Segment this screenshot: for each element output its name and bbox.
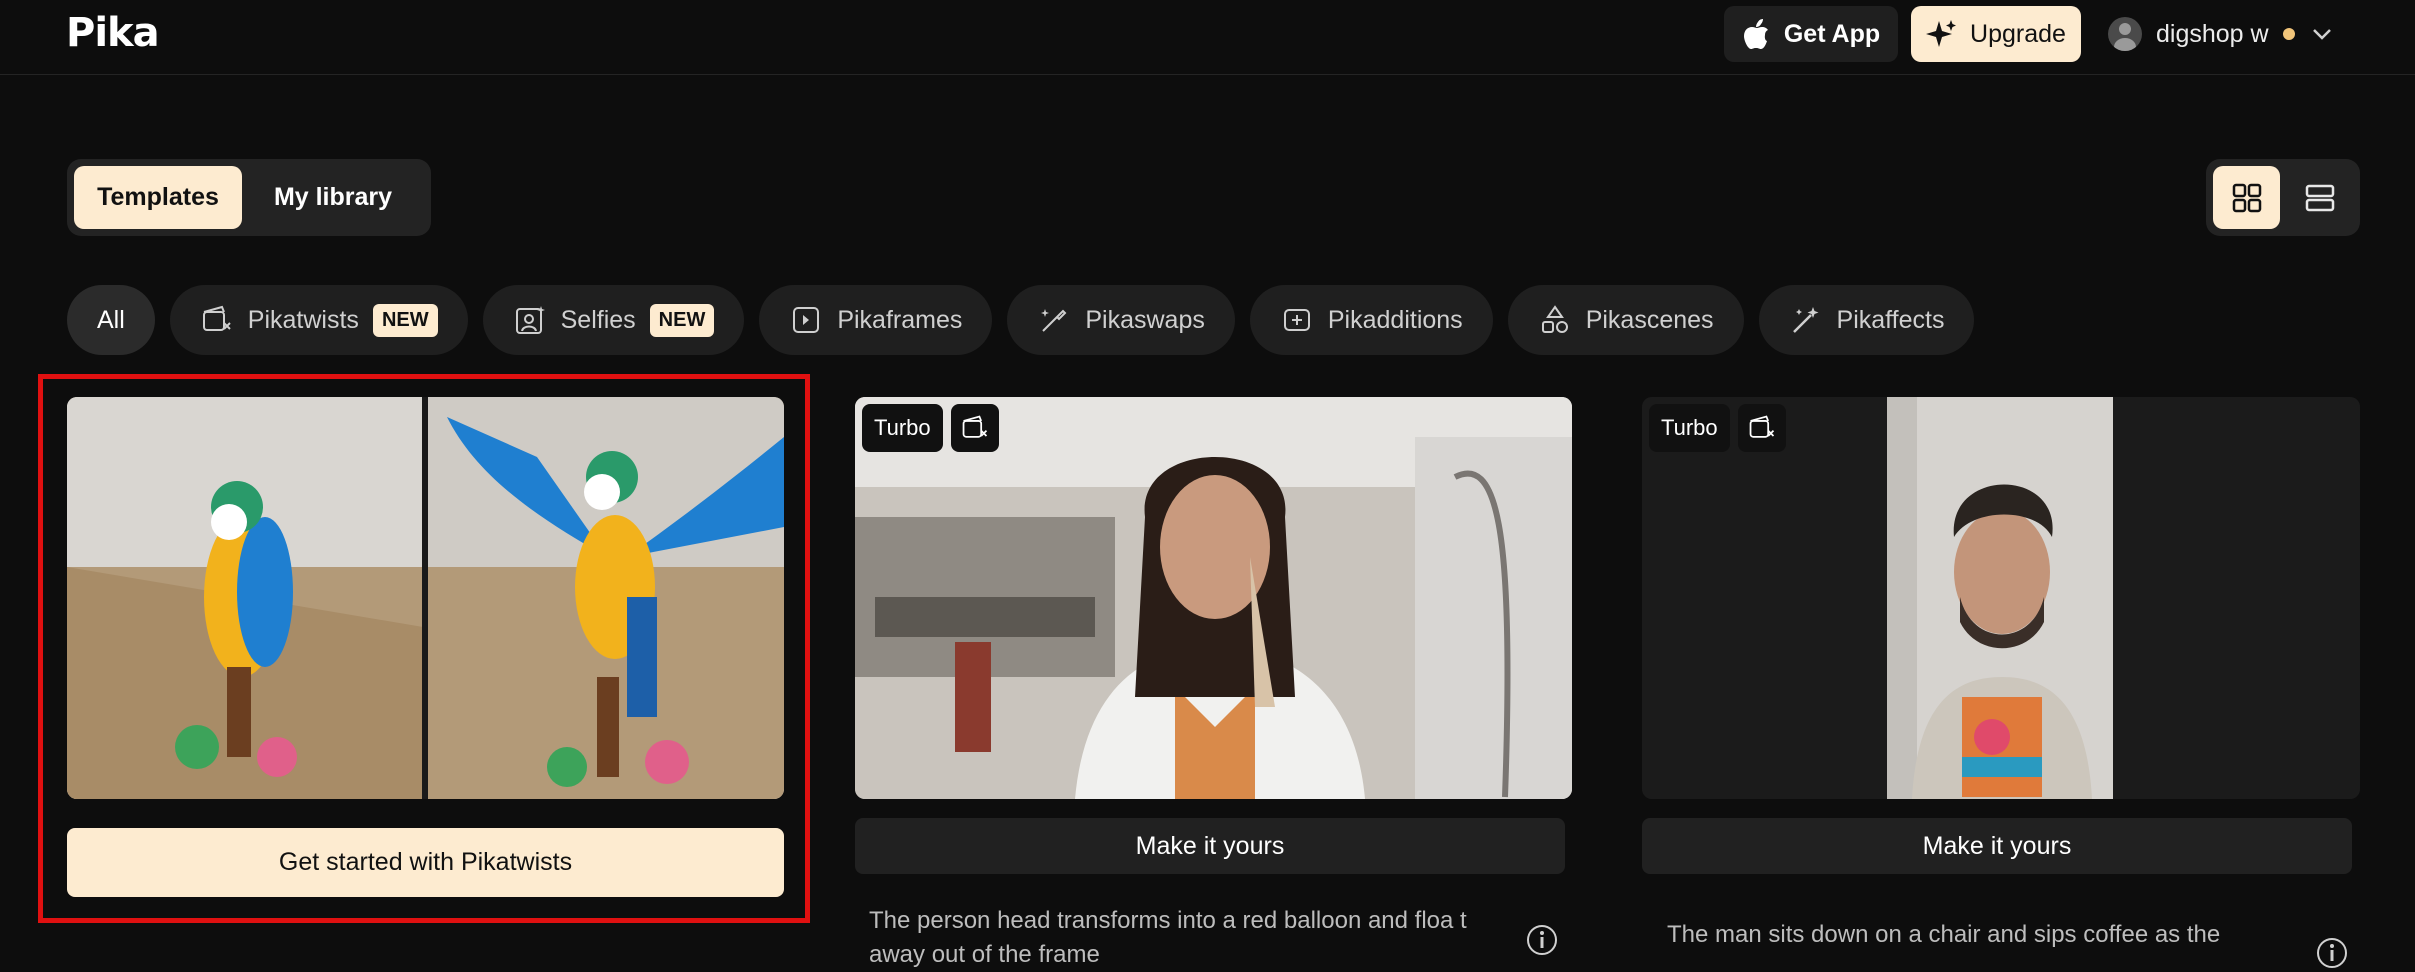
filter-pikadditions[interactable]: Pikadditions xyxy=(1249,285,1493,355)
tab-templates[interactable]: Templates xyxy=(74,166,242,229)
twist-icon xyxy=(202,305,231,331)
grid-icon xyxy=(2232,183,2261,212)
turbo-tag: Turbo xyxy=(862,404,943,452)
effects-icon xyxy=(1792,307,1819,333)
selfie-icon xyxy=(515,306,545,334)
info-icon[interactable] xyxy=(1525,923,1559,957)
man-image xyxy=(1642,397,2360,799)
get-app-button[interactable]: Get App xyxy=(1724,6,1898,62)
info-icon[interactable] xyxy=(2315,936,2349,970)
filter-pikatwists[interactable]: Pikatwists NEW xyxy=(169,285,468,355)
card-description: The man sits down on a chair and sips co… xyxy=(1667,921,2221,948)
avatar xyxy=(2108,17,2142,51)
view-toggle xyxy=(2206,159,2360,236)
filter-pikaframes[interactable]: Pikaframes xyxy=(759,285,993,355)
card-tags: Turbo xyxy=(862,404,999,452)
additions-icon xyxy=(1283,309,1310,331)
make-it-yours-button[interactable]: Make it yours xyxy=(1642,818,2352,874)
get-app-label: Get App xyxy=(1783,19,1881,48)
filter-label: Selfies xyxy=(560,305,636,334)
filter-pikascenes[interactable]: Pikascenes xyxy=(1507,285,1744,355)
library-tabs: Templates My library xyxy=(67,159,431,236)
grid-view-button[interactable] xyxy=(2213,166,2280,229)
twist-icon xyxy=(962,415,987,438)
woman-image xyxy=(855,397,1572,799)
filter-selfies[interactable]: Selfies NEW xyxy=(482,285,745,355)
user-name: digshop w xyxy=(2156,19,2269,48)
balloon-template-preview[interactable] xyxy=(855,397,1572,799)
twist-icon xyxy=(1749,415,1774,438)
top-header: Pika Get App Upgrade digshop w xyxy=(0,0,2415,75)
parrot-image xyxy=(67,397,784,799)
card-tags: Turbo xyxy=(1649,404,1786,452)
filter-pikaswaps[interactable]: Pikaswaps xyxy=(1007,285,1235,355)
frames-icon xyxy=(793,307,820,333)
filter-all[interactable]: All xyxy=(67,285,155,355)
filter-pikaffects[interactable]: Pikaffects xyxy=(1758,285,1975,355)
filter-label: Pikaframes xyxy=(837,305,963,334)
filter-label: Pikadditions xyxy=(1327,305,1463,334)
coffee-template-preview[interactable] xyxy=(1642,397,2360,799)
pikatwists-preview-image[interactable] xyxy=(67,397,784,799)
scenes-icon xyxy=(1541,305,1568,333)
upgrade-label: Upgrade xyxy=(1970,19,2066,48)
chevron-down-icon xyxy=(2312,29,2331,40)
new-badge: NEW xyxy=(649,303,715,337)
apple-icon xyxy=(1743,19,1768,49)
status-dot xyxy=(2282,28,2295,40)
filter-chips: All Pikatwists NEW Selfies NEW Pikaframe… xyxy=(67,285,1975,355)
filter-label: Pikascenes xyxy=(1585,305,1714,334)
turbo-tag: Turbo xyxy=(1649,404,1730,452)
upgrade-button[interactable]: Upgrade xyxy=(1911,6,2081,62)
list-view-button[interactable] xyxy=(2286,166,2353,229)
tab-my-library[interactable]: My library xyxy=(248,166,418,229)
list-icon xyxy=(2305,184,2334,211)
filter-label: All xyxy=(97,305,125,334)
make-it-yours-button[interactable]: Make it yours xyxy=(855,818,1565,874)
new-badge: NEW xyxy=(372,303,438,337)
twist-tag-icon xyxy=(950,404,999,452)
twist-tag-icon xyxy=(1737,404,1786,452)
pika-logo[interactable]: Pika xyxy=(66,10,160,56)
filter-label: Pikaswaps xyxy=(1085,305,1205,334)
card-description: The person head transforms into a red ba… xyxy=(869,907,1467,968)
filter-label: Pikatwists xyxy=(247,305,359,334)
filter-label: Pikaffects xyxy=(1836,305,1945,334)
swap-icon xyxy=(1041,309,1067,332)
get-started-button[interactable]: Get started with Pikatwists xyxy=(67,828,784,897)
sparkle-icon xyxy=(1926,20,1957,47)
user-menu[interactable]: digshop w xyxy=(2108,10,2335,58)
